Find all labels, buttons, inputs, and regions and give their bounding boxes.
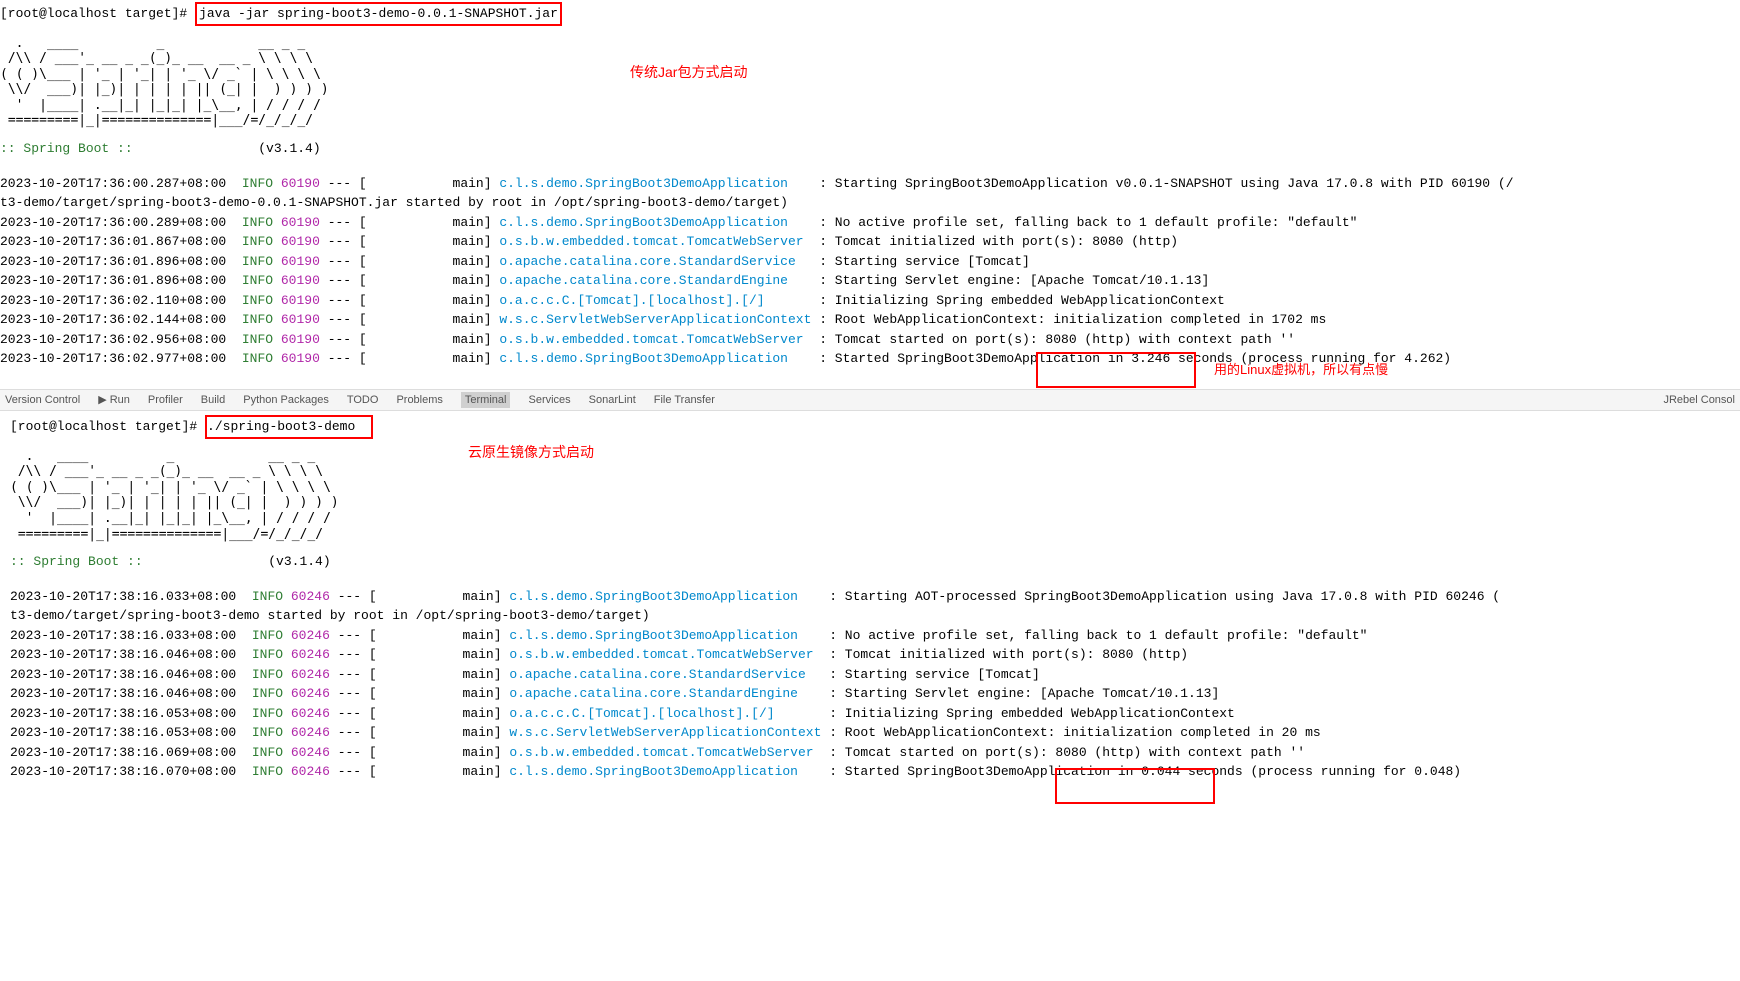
log-line: 2023-10-20T17:38:16.069+08:00 INFO 60246…	[10, 743, 1740, 763]
toolbar-jrebel[interactable]: JRebel Consol	[1663, 392, 1735, 409]
command-highlight-2: ./spring-boot3-demo	[205, 415, 373, 439]
log-line: 2023-10-20T17:38:16.033+08:00 INFO 60246…	[10, 626, 1740, 646]
command-text-2: ./spring-boot3-demo	[207, 419, 355, 434]
annotation-note-1: 用的Linux虚拟机，所以有点慢	[1214, 360, 1388, 380]
terminal-section-2: [root@localhost target]# ./spring-boot3-…	[0, 413, 1740, 784]
command-text-1: java -jar spring-boot3-demo-0.0.1-SNAPSH…	[199, 6, 558, 21]
log-line: 2023-10-20T17:36:02.144+08:00 INFO 60190…	[0, 310, 1740, 330]
spring-boot-banner-1: . ____ _ __ _ _ /\\ / ___'_ __ _ _(_)_ _…	[0, 36, 1740, 130]
toolbar-services[interactable]: Services	[528, 392, 570, 409]
log-line: 2023-10-20T17:38:16.033+08:00 INFO 60246…	[10, 587, 1740, 607]
log-line: 2023-10-20T17:38:16.053+08:00 INFO 60246…	[10, 704, 1740, 724]
shell-prompt-2: [root@localhost target]#	[10, 419, 197, 434]
command-line-1: [root@localhost target]# java -jar sprin…	[0, 2, 1740, 26]
log-line: 2023-10-20T17:36:02.110+08:00 INFO 60190…	[0, 291, 1740, 311]
spring-boot-label-1: :: Spring Boot ::	[0, 141, 133, 156]
log-line: 2023-10-20T17:36:01.867+08:00 INFO 60190…	[0, 232, 1740, 252]
toolbar-build[interactable]: Build	[201, 392, 225, 409]
log-line: 2023-10-20T17:36:00.287+08:00 INFO 60190…	[0, 174, 1740, 194]
spring-boot-banner-2: . ____ _ __ _ _ /\\ / ___'_ __ _ _(_)_ _…	[10, 449, 1740, 543]
spring-version-1: (v3.1.4)	[258, 141, 320, 156]
toolbar-version-control[interactable]: Version Control	[5, 392, 80, 409]
log-output-1: 2023-10-20T17:36:00.287+08:00 INFO 60190…	[0, 174, 1740, 369]
log-line: t3-demo/target/spring-boot3-demo-0.0.1-S…	[0, 193, 1740, 213]
log-line: 2023-10-20T17:36:02.977+08:00 INFO 60190…	[0, 349, 1740, 369]
spring-boot-label-2: :: Spring Boot ::	[10, 554, 143, 569]
log-line: 2023-10-20T17:38:16.046+08:00 INFO 60246…	[10, 645, 1740, 665]
toolbar-terminal[interactable]: Terminal	[461, 392, 511, 409]
log-line: 2023-10-20T17:36:02.956+08:00 INFO 60190…	[0, 330, 1740, 350]
log-output-2: 2023-10-20T17:38:16.033+08:00 INFO 60246…	[10, 587, 1740, 782]
spring-boot-version-line-2: :: Spring Boot :: (v3.1.4)	[10, 552, 1740, 572]
annotation-1: 传统Jar包方式启动	[630, 62, 747, 83]
log-line: 2023-10-20T17:36:01.896+08:00 INFO 60190…	[0, 252, 1740, 272]
log-line: 2023-10-20T17:36:01.896+08:00 INFO 60190…	[0, 271, 1740, 291]
log-line: 2023-10-20T17:38:16.070+08:00 INFO 60246…	[10, 762, 1740, 782]
toolbar-file-transfer[interactable]: File Transfer	[654, 392, 715, 409]
toolbar-profiler[interactable]: Profiler	[148, 392, 183, 409]
ide-toolbar: Version Control ▶ Run Profiler Build Pyt…	[0, 389, 1740, 412]
command-line-2: [root@localhost target]# ./spring-boot3-…	[10, 415, 1740, 439]
log-line: 2023-10-20T17:36:00.289+08:00 INFO 60190…	[0, 213, 1740, 233]
toolbar-problems[interactable]: Problems	[396, 392, 442, 409]
toolbar-run[interactable]: ▶ Run	[98, 392, 130, 409]
shell-prompt-1: [root@localhost target]#	[0, 6, 187, 21]
toolbar-python-packages[interactable]: Python Packages	[243, 392, 329, 409]
toolbar-todo[interactable]: TODO	[347, 392, 379, 409]
command-highlight-1: java -jar spring-boot3-demo-0.0.1-SNAPSH…	[195, 2, 562, 26]
log-line: 2023-10-20T17:38:16.046+08:00 INFO 60246…	[10, 684, 1740, 704]
toolbar-sonarlint[interactable]: SonarLint	[589, 392, 636, 409]
terminal-section-1: [root@localhost target]# java -jar sprin…	[0, 0, 1740, 371]
annotation-2: 云原生镜像方式启动	[468, 442, 594, 463]
spring-version-2: (v3.1.4)	[268, 554, 330, 569]
spring-boot-version-line-1: :: Spring Boot :: (v3.1.4)	[0, 139, 1740, 159]
log-line: t3-demo/target/spring-boot3-demo started…	[10, 606, 1740, 626]
log-line: 2023-10-20T17:38:16.053+08:00 INFO 60246…	[10, 723, 1740, 743]
log-line: 2023-10-20T17:38:16.046+08:00 INFO 60246…	[10, 665, 1740, 685]
